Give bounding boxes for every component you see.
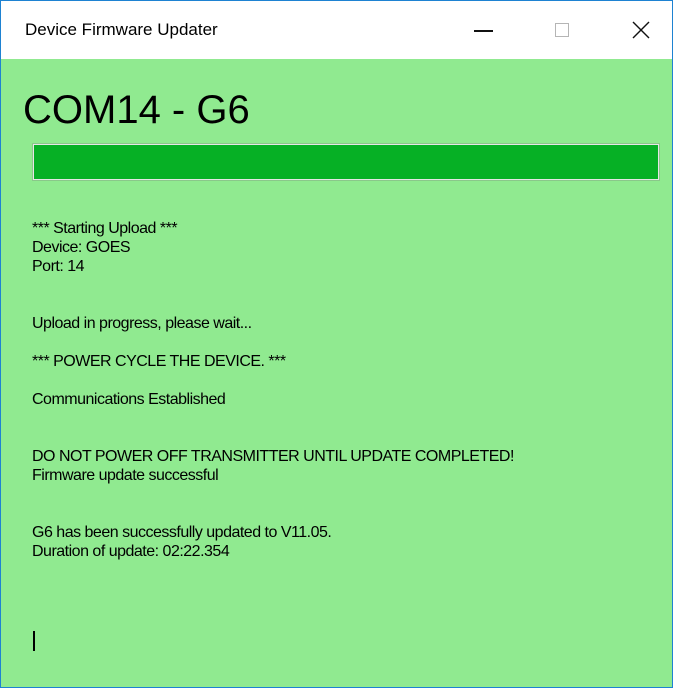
minimize-button[interactable] xyxy=(453,1,513,59)
progress-bar xyxy=(32,143,660,181)
close-button[interactable] xyxy=(611,1,671,59)
log-line: Device: GOES xyxy=(32,239,131,256)
maximize-button[interactable] xyxy=(532,1,592,59)
log-line: Port: 14 xyxy=(32,258,85,275)
text-caret xyxy=(33,631,35,651)
log-line: Upload in progress, please wait... xyxy=(32,315,252,332)
log-line: Firmware update successful xyxy=(32,467,219,484)
log-line: Duration of update: 02:22.354 xyxy=(32,543,230,560)
log-output[interactable]: *** Starting Upload *** Device: GOES Port:… xyxy=(32,219,662,561)
close-icon xyxy=(632,21,650,39)
minimize-icon xyxy=(473,30,493,32)
log-line: DO NOT POWER OFF TRANSMITTER UNTIL UPDAT… xyxy=(32,448,514,465)
client-area: COM14 - G6 *** Starting Upload *** Device… xyxy=(1,59,672,687)
log-line: G6 has been successfully updated to V11.… xyxy=(32,524,332,541)
app-window: Device Firmware Updater COM14 - G6 *** S… xyxy=(0,0,673,688)
window-title: Device Firmware Updater xyxy=(25,20,218,39)
progress-fill xyxy=(34,145,658,179)
log-line: Communications Established xyxy=(32,391,226,408)
log-line: *** POWER CYCLE THE DEVICE. *** xyxy=(32,353,286,370)
title-bar[interactable]: Device Firmware Updater xyxy=(1,1,672,59)
maximize-icon xyxy=(555,23,569,37)
device-heading: COM14 - G6 xyxy=(23,88,250,132)
log-line: *** Starting Upload *** xyxy=(32,220,178,237)
